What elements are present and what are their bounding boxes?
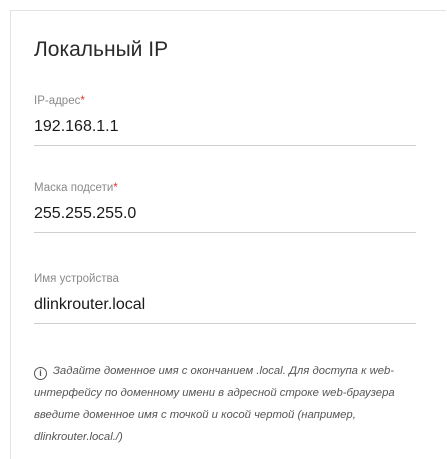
ip-address-label: IP-адрес* <box>34 94 416 108</box>
device-name-field: Имя устройства <box>34 272 416 324</box>
subnet-mask-label: Маска подсети* <box>34 181 416 195</box>
domain-hint: i Задайте доменное имя с окончанием .loca… <box>34 360 428 448</box>
ip-address-label-text: IP-адрес <box>34 95 81 107</box>
domain-hint-text: Задайте доменное имя с окончанием .local… <box>34 365 395 443</box>
section-title: Локальный IP <box>34 38 169 61</box>
subnet-mask-label-text: Маска подсети <box>34 182 114 194</box>
info-icon: i <box>34 367 47 380</box>
subnet-mask-input[interactable] <box>34 204 416 233</box>
local-ip-card: Локальный IP IP-адрес* Маска подсети* Им… <box>10 10 446 459</box>
required-mark: * <box>113 182 118 194</box>
device-name-input[interactable] <box>34 295 416 324</box>
device-name-label: Имя устройства <box>34 273 119 285</box>
subnet-mask-field: Маска подсети* <box>34 181 416 233</box>
required-mark: * <box>80 95 85 107</box>
ip-address-field: IP-адрес* <box>34 94 416 146</box>
ip-address-input[interactable] <box>34 117 416 146</box>
